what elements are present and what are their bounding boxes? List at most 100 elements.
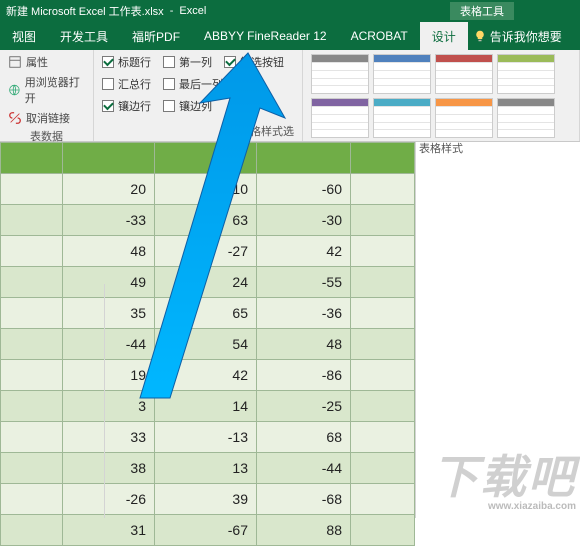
table-cell[interactable] [1,391,63,422]
tab-design[interactable]: 设计 [420,22,468,50]
worksheet-area[interactable]: 2010-60 -3363-30 48-2742 4924-55 3565-36… [0,142,580,518]
table-style-thumb[interactable] [311,98,369,138]
header-cell[interactable] [257,143,351,174]
table-cell[interactable] [351,453,415,484]
table-cell[interactable]: 63 [155,205,257,236]
table-cell[interactable] [351,205,415,236]
table-cell[interactable]: 38 [63,453,155,484]
header-cell[interactable] [1,143,63,174]
table-row[interactable]: 2010-60 [1,174,415,205]
table-row[interactable]: 4924-55 [1,267,415,298]
table-cell[interactable] [351,422,415,453]
table-style-thumb[interactable] [497,54,555,94]
table-row[interactable]: 314-25 [1,391,415,422]
tab-acrobat[interactable]: ACROBAT [339,22,420,50]
table-cell[interactable] [351,174,415,205]
table-cell[interactable]: 49 [63,267,155,298]
table-cell[interactable] [1,236,63,267]
table-cell[interactable] [351,391,415,422]
table-style-thumb[interactable] [311,54,369,94]
table-cell[interactable] [1,267,63,298]
table-row[interactable]: 48-2742 [1,236,415,267]
table-cell[interactable]: -26 [63,484,155,515]
table-cell[interactable] [351,515,415,546]
table-cell[interactable]: 24 [155,267,257,298]
table-style-thumb[interactable] [435,98,493,138]
table-row[interactable]: -445448 [1,329,415,360]
tab-view[interactable]: 视图 [0,22,48,50]
checkbox-banded-cols[interactable]: 镶边列 [163,98,212,114]
table-row[interactable]: 1942-86 [1,360,415,391]
table-cell[interactable]: -86 [257,360,351,391]
checkbox-total-row[interactable]: 汇总行 [102,76,151,92]
open-in-browser-button[interactable]: 用浏览器打开 [8,74,85,106]
checkbox-banded-rows[interactable]: 镶边行 [102,98,151,114]
table-cell[interactable]: -44 [63,329,155,360]
table-cell[interactable]: -67 [155,515,257,546]
table-cell[interactable]: -25 [257,391,351,422]
table-cell[interactable]: 88 [257,515,351,546]
table-cell[interactable]: 68 [257,422,351,453]
table-cell[interactable]: 10 [155,174,257,205]
header-cell[interactable] [63,143,155,174]
table-cell[interactable]: -27 [155,236,257,267]
table-cell[interactable]: -33 [63,205,155,236]
unlink-button[interactable]: 取消链接 [8,110,85,126]
tell-me[interactable]: 告诉我你想要 [468,28,568,45]
table-cell[interactable] [1,453,63,484]
table-cell[interactable] [1,174,63,205]
header-cell[interactable] [155,143,257,174]
table-cell[interactable]: -13 [155,422,257,453]
table-row[interactable]: 3813-44 [1,453,415,484]
table-cell[interactable]: 20 [63,174,155,205]
table-row[interactable]: -3363-30 [1,205,415,236]
properties-button[interactable]: 属性 [8,54,85,70]
table-cell[interactable] [351,267,415,298]
table-cell[interactable]: -55 [257,267,351,298]
table-cell[interactable]: 42 [155,360,257,391]
table-cell[interactable]: -44 [257,453,351,484]
checkbox-header-row[interactable]: 标题行 [102,54,151,70]
table-cell[interactable] [351,484,415,515]
table-cell[interactable] [351,236,415,267]
tab-foxitpdf[interactable]: 福昕PDF [120,22,192,50]
table-row[interactable]: -2639-68 [1,484,415,515]
table-cell[interactable]: -36 [257,298,351,329]
table-cell[interactable]: 35 [63,298,155,329]
table-row[interactable]: 31-6788 [1,515,415,546]
table-style-thumb[interactable] [373,98,431,138]
table-style-thumb[interactable] [373,54,431,94]
table-cell[interactable]: 14 [155,391,257,422]
table-cell[interactable]: 33 [63,422,155,453]
table-cell[interactable] [1,298,63,329]
table-cell[interactable]: 39 [155,484,257,515]
table-cell[interactable]: 42 [257,236,351,267]
header-cell[interactable] [351,143,415,174]
table-cell[interactable]: 48 [63,236,155,267]
table-cell[interactable]: 48 [257,329,351,360]
table-cell[interactable] [1,360,63,391]
empty-grid-area[interactable] [415,142,580,518]
checkbox-first-column[interactable]: 第一列 [163,54,212,70]
tab-abbyy[interactable]: ABBYY FineReader 12 [192,22,339,50]
tab-developer[interactable]: 开发工具 [48,22,120,50]
table-cell[interactable]: 3 [63,391,155,422]
table-cell[interactable]: -30 [257,205,351,236]
table-cell[interactable]: 13 [155,453,257,484]
table-styles-gallery[interactable] [311,54,571,138]
table-cell[interactable] [1,205,63,236]
table-cell[interactable]: 31 [63,515,155,546]
table-cell[interactable] [351,298,415,329]
checkbox-last-column[interactable]: 最后一列 [163,76,223,92]
table-cell[interactable]: -60 [257,174,351,205]
table-row[interactable]: 3565-36 [1,298,415,329]
table-style-thumb[interactable] [497,98,555,138]
table-cell[interactable] [1,329,63,360]
data-table[interactable]: 2010-60 -3363-30 48-2742 4924-55 3565-36… [0,142,415,546]
checkbox-filter-button[interactable]: 筛选按钮 [224,54,284,70]
table-cell[interactable]: 65 [155,298,257,329]
table-cell[interactable]: 19 [63,360,155,391]
table-cell[interactable] [351,360,415,391]
table-style-thumb[interactable] [435,54,493,94]
table-cell[interactable] [1,422,63,453]
